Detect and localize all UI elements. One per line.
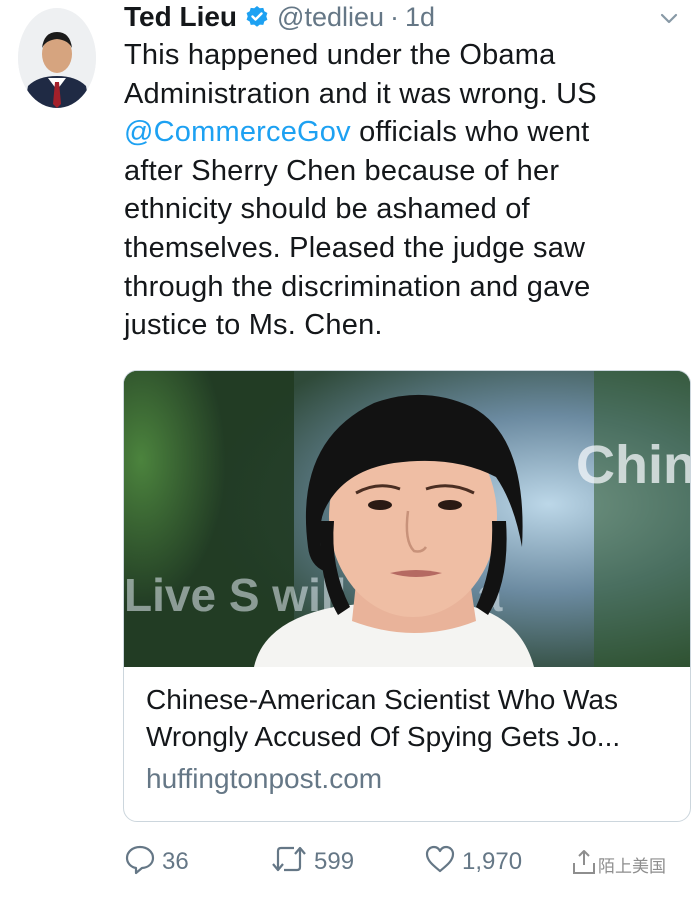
- share-icon[interactable]: [570, 848, 598, 881]
- retweet-count: 599: [314, 848, 355, 875]
- reply-button[interactable]: 36: [124, 842, 189, 882]
- tweet-line: This happened under the Obama: [124, 39, 556, 71]
- tweet-line: ethnicity should be ashamed of: [124, 193, 530, 226]
- mention-link[interactable]: @CommerceGov: [124, 116, 351, 148]
- reply-count: 36: [162, 848, 189, 875]
- card-title[interactable]: Chinese-American Scientist Who Was Wrong…: [146, 681, 676, 755]
- retweet-button[interactable]: 599: [270, 842, 354, 882]
- tweet-body: This happened under the Obama Administra…: [124, 36, 664, 345]
- tweet-timestamp[interactable]: 1d: [405, 2, 435, 33]
- avatar[interactable]: [18, 8, 96, 108]
- news-photo: Chin Live S will Start a: [124, 371, 690, 667]
- card-title-line: Chinese-American Scientist Who Was: [146, 684, 619, 715]
- chevron-down-icon[interactable]: [657, 6, 681, 30]
- like-count: 1,970: [462, 848, 523, 875]
- separator-dot: ·: [390, 1, 400, 32]
- author-name[interactable]: Ted Lieu: [124, 1, 237, 33]
- like-icon: [424, 843, 462, 882]
- reply-icon: [124, 843, 162, 882]
- avatar-image: [18, 8, 96, 108]
- watermark-text: 陌上美国: [598, 857, 666, 876]
- tweet-line: themselves. Pleased the judge saw: [124, 231, 586, 264]
- tweet-header: Ted Lieu @tedlieu · 1d: [124, 1, 435, 33]
- author-handle[interactable]: @tedlieu: [277, 2, 384, 33]
- like-button[interactable]: 1,970: [424, 842, 522, 882]
- card-image[interactable]: Chin Live S will Start a: [124, 371, 690, 667]
- retweet-icon: [270, 843, 314, 882]
- link-card[interactable]: Chin Live S will Start a Chinese-America…: [123, 370, 691, 822]
- verified-badge-icon: [245, 5, 269, 29]
- tweet-line: after Sherry Chen because of her: [124, 154, 560, 187]
- watermark: 陌上美国: [570, 848, 666, 881]
- tweet-line: through the discrimination and gave: [124, 270, 591, 303]
- tweet-line-text: officials who went: [359, 116, 590, 149]
- tweet-line: justice to Ms. Chen.: [124, 309, 383, 342]
- card-title-line: Wrongly Accused Of Spying Gets Jo...: [146, 721, 621, 752]
- tweet-line: @CommerceGov officials who went: [124, 113, 664, 152]
- tweet-line: Administration and it was wrong. US: [124, 77, 597, 110]
- overlay-text-top: Chin: [576, 435, 690, 495]
- card-domain: huffingtonpost.com: [146, 763, 383, 794]
